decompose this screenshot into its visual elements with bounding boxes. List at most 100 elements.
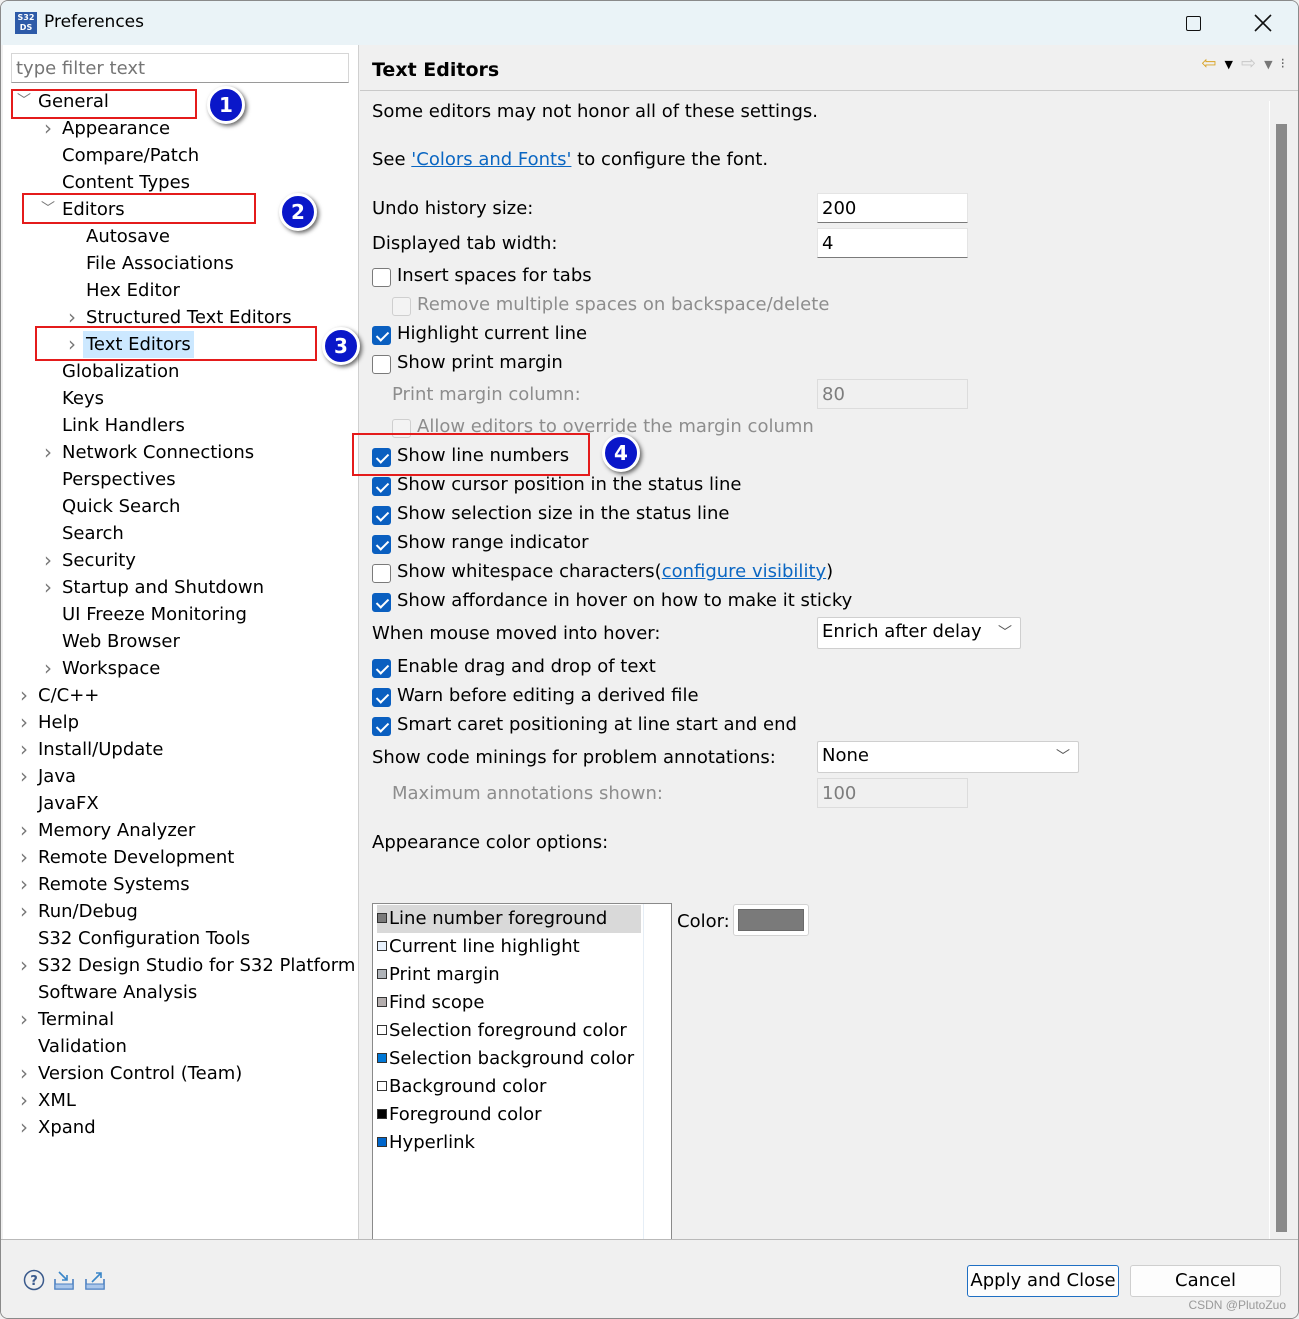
- checkbox-label[interactable]: Show affordance in hover on how to make …: [397, 590, 852, 611]
- tree-item[interactable]: › Structured Text Editors: [3, 304, 353, 331]
- tree-item[interactable]: › Install/Update: [3, 736, 353, 763]
- tree-item[interactable]: › Startup and Shutdown: [3, 574, 353, 601]
- checkbox-label[interactable]: Show print margin: [397, 352, 563, 373]
- chevron-right-icon[interactable]: ›: [17, 763, 31, 790]
- tree-item[interactable]: › Version Control (Team): [3, 1060, 353, 1087]
- checkbox[interactable]: [372, 448, 391, 467]
- tree-item[interactable]: JavaFX: [3, 790, 353, 817]
- tree-item[interactable]: Compare/Patch: [3, 142, 353, 169]
- color-option-item[interactable]: Hyperlink: [377, 1129, 641, 1157]
- tree-item[interactable]: Perspectives: [3, 466, 353, 493]
- color-option-item[interactable]: Background color: [377, 1073, 641, 1101]
- color-option-item[interactable]: Print margin: [377, 961, 641, 989]
- tree-item[interactable]: › Memory Analyzer: [3, 817, 353, 844]
- checkbox[interactable]: [372, 659, 391, 678]
- filter-input[interactable]: [11, 53, 349, 83]
- print-margin-input[interactable]: [817, 379, 968, 409]
- tree-item[interactable]: › S32 Design Studio for S32 Platform: [3, 952, 355, 979]
- color-option-item[interactable]: Find scope: [377, 989, 641, 1017]
- chevron-right-icon[interactable]: ›: [17, 817, 31, 844]
- tree-item[interactable]: Validation: [3, 1033, 353, 1060]
- tree-item[interactable]: › Help: [3, 709, 353, 736]
- tree-item[interactable]: › Workspace: [3, 655, 353, 682]
- checkbox[interactable]: [392, 419, 411, 438]
- tree-item[interactable]: › Security: [3, 547, 353, 574]
- checkbox-label[interactable]: Show whitespace characters(configure vis…: [397, 561, 833, 582]
- tree-item[interactable]: UI Freeze Monitoring: [3, 601, 353, 628]
- tree-item[interactable]: › Run/Debug: [3, 898, 353, 925]
- chevron-down-icon[interactable]: ﹀: [17, 88, 31, 115]
- colors-and-fonts-link[interactable]: 'Colors and Fonts': [411, 149, 571, 170]
- checkbox-label[interactable]: Show range indicator: [397, 532, 589, 553]
- view-menu-icon[interactable]: ⁝: [1281, 57, 1285, 71]
- chevron-down-icon[interactable]: ﹀: [41, 196, 55, 223]
- close-button[interactable]: [1231, 1, 1295, 45]
- chevron-right-icon[interactable]: ›: [17, 709, 31, 736]
- color-option-item[interactable]: Selection foreground color: [377, 1017, 641, 1045]
- color-option-item[interactable]: Current line highlight: [377, 933, 641, 961]
- checkbox-label[interactable]: Enable drag and drop of text: [397, 656, 656, 677]
- chevron-right-icon[interactable]: ›: [17, 682, 31, 709]
- tree-item[interactable]: Search: [3, 520, 353, 547]
- tree-item[interactable]: ﹀ General: [3, 88, 353, 115]
- checkbox[interactable]: [372, 593, 391, 612]
- chevron-right-icon[interactable]: ›: [17, 898, 31, 925]
- tab-width-input[interactable]: [817, 228, 968, 258]
- tree-item[interactable]: › Remote Systems: [3, 871, 353, 898]
- checkbox-label[interactable]: Warn before editing a derived file: [397, 685, 699, 706]
- tree-item[interactable]: › Network Connections: [3, 439, 353, 466]
- chevron-right-icon[interactable]: ›: [17, 1114, 31, 1141]
- chevron-right-icon[interactable]: ›: [17, 1087, 31, 1114]
- checkbox[interactable]: [372, 717, 391, 736]
- chevron-right-icon[interactable]: ›: [65, 304, 79, 331]
- tree-item[interactable]: Quick Search: [3, 493, 353, 520]
- tree-item[interactable]: Software Analysis: [3, 979, 353, 1006]
- chevron-right-icon[interactable]: ›: [41, 655, 55, 682]
- configure-visibility-link[interactable]: configure visibility: [662, 561, 826, 582]
- checkbox-label[interactable]: Insert spaces for tabs: [397, 265, 592, 286]
- checkbox[interactable]: [372, 355, 391, 374]
- color-option-item[interactable]: Line number foreground: [377, 905, 641, 933]
- tree-item[interactable]: › Java: [3, 763, 353, 790]
- forward-arrow-icon[interactable]: ⇨: [1241, 55, 1256, 73]
- checkbox[interactable]: [372, 268, 391, 287]
- color-option-item[interactable]: Selection background color: [377, 1045, 641, 1073]
- color-option-item[interactable]: Foreground color: [377, 1101, 641, 1129]
- tree-item[interactable]: Content Types: [3, 169, 353, 196]
- checkbox[interactable]: [372, 688, 391, 707]
- checkbox[interactable]: [372, 477, 391, 496]
- vertical-scrollbar[interactable]: [1276, 124, 1287, 1232]
- tree-item[interactable]: › Remote Development: [3, 844, 353, 871]
- hover-mode-select[interactable]: Enrich after delay ﹀: [817, 617, 1021, 649]
- tree-item[interactable]: › Text Editors: [3, 331, 353, 358]
- checkbox-label[interactable]: Show cursor position in the status line: [397, 474, 741, 495]
- code-minings-select[interactable]: None ﹀: [817, 741, 1079, 773]
- appearance-color-list[interactable]: Line number foreground Current line highl…: [372, 903, 672, 1279]
- chevron-right-icon[interactable]: ›: [17, 1006, 31, 1033]
- chevron-right-icon[interactable]: ›: [41, 547, 55, 574]
- tree-item[interactable]: S32 Configuration Tools: [3, 925, 353, 952]
- chevron-right-icon[interactable]: ›: [17, 736, 31, 763]
- color-picker-button[interactable]: [733, 904, 809, 936]
- chevron-right-icon[interactable]: ›: [17, 871, 31, 898]
- tree-item[interactable]: Hex Editor: [3, 277, 353, 304]
- tree-item[interactable]: Link Handlers: [3, 412, 353, 439]
- tree-item[interactable]: › Xpand: [3, 1114, 353, 1141]
- chevron-right-icon[interactable]: ›: [41, 115, 55, 142]
- checkbox-label[interactable]: Show line numbers: [397, 445, 569, 466]
- checkbox-label[interactable]: Smart caret positioning at line start an…: [397, 714, 797, 735]
- export-icon[interactable]: [84, 1269, 106, 1291]
- tree-item[interactable]: › C/C++: [3, 682, 353, 709]
- chevron-right-icon[interactable]: ›: [17, 952, 31, 979]
- tree-item[interactable]: Globalization: [3, 358, 353, 385]
- tree-item[interactable]: Keys: [3, 385, 353, 412]
- tree-item[interactable]: › XML: [3, 1087, 353, 1114]
- chevron-right-icon[interactable]: ›: [41, 574, 55, 601]
- import-icon[interactable]: [53, 1269, 75, 1291]
- chevron-right-icon[interactable]: ›: [65, 331, 79, 358]
- checkbox-label[interactable]: Show selection size in the status line: [397, 503, 729, 524]
- checkbox[interactable]: [372, 506, 391, 525]
- maximize-button[interactable]: [1161, 1, 1225, 45]
- chevron-right-icon[interactable]: ›: [17, 844, 31, 871]
- undo-history-input[interactable]: [817, 193, 968, 223]
